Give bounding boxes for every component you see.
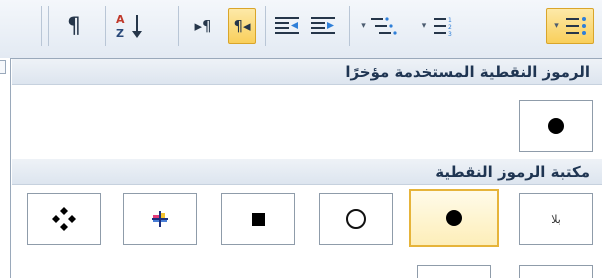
bulleted-list-icon xyxy=(565,17,586,35)
panel-resize-grip xyxy=(0,60,6,74)
pilcrow-icon: ¶ xyxy=(67,13,81,39)
bullet-library-cell-partial[interactable] xyxy=(417,265,491,278)
bullet-none-option[interactable]: بلا xyxy=(519,193,593,245)
decrease-indent-icon xyxy=(275,17,299,34)
toolbar-separator xyxy=(41,6,42,46)
four-diamonds-bullet-icon xyxy=(52,207,76,231)
filled-circle-bullet-icon xyxy=(446,210,462,226)
numbering-button[interactable]: ▾ 1 2 3 xyxy=(414,8,462,44)
recent-bullet-dot[interactable] xyxy=(519,100,593,152)
paragraph-toolbar: ¶ A Z ▸¶ ¶◂ ▾ ▾ 1 2 3 ▾ xyxy=(0,0,602,58)
increase-indent-icon xyxy=(311,17,335,34)
chevron-down-icon: ▾ xyxy=(361,21,366,31)
bullet-hollow-circle-option[interactable] xyxy=(319,193,393,245)
bullet-library-header: مكتبة الرموز النقطية xyxy=(12,159,602,185)
bullet-crosshair-option[interactable] xyxy=(123,193,197,245)
rtl-paragraph-icon: ¶◂ xyxy=(233,17,251,35)
sort-button[interactable]: A Z xyxy=(112,8,148,44)
multilevel-list-button[interactable]: ▾ xyxy=(356,8,402,44)
bullet-diamond-cluster-option[interactable] xyxy=(27,193,101,245)
bullet-square-option[interactable] xyxy=(221,193,295,245)
svg-text:2: 2 xyxy=(448,24,452,31)
right-to-left-button[interactable]: ¶◂ xyxy=(228,8,256,44)
filled-circle-bullet-icon xyxy=(548,118,564,134)
ltr-paragraph-icon: ▸¶ xyxy=(194,17,212,35)
toolbar-separator xyxy=(105,6,106,46)
multilevel-list-icon xyxy=(370,17,397,35)
filled-square-bullet-icon xyxy=(251,212,265,226)
decrease-indent-button[interactable] xyxy=(272,8,302,44)
svg-text:1: 1 xyxy=(448,17,452,24)
numbered-list-icon: 1 2 3 xyxy=(434,17,452,38)
svg-text:Z: Z xyxy=(116,27,124,40)
bullet-filled-circle-option[interactable] xyxy=(409,189,499,247)
svg-text:A: A xyxy=(116,13,125,26)
toolbar-separator xyxy=(349,6,350,46)
bullets-button[interactable]: ▾ xyxy=(546,8,594,44)
left-to-right-button[interactable]: ▸¶ xyxy=(188,8,218,44)
svg-text:3: 3 xyxy=(448,31,452,38)
recent-bullets-header: الرموز النقطية المستخدمة مؤخرًا xyxy=(12,59,602,85)
increase-indent-button[interactable] xyxy=(308,8,338,44)
none-label: بلا xyxy=(551,212,561,226)
show-formatting-marks-button[interactable]: ¶ xyxy=(60,8,88,44)
colored-cross-bullet-icon xyxy=(152,211,168,227)
toolbar-separator xyxy=(265,6,266,46)
bullet-library-cell-partial[interactable] xyxy=(519,265,593,278)
chevron-down-icon: ▾ xyxy=(554,21,559,31)
hollow-circle-bullet-icon xyxy=(346,209,366,229)
toolbar-separator xyxy=(178,6,179,46)
toolbar-separator xyxy=(48,6,49,46)
sort-az-icon: A Z xyxy=(113,11,147,41)
chevron-down-icon: ▾ xyxy=(421,21,427,31)
bullet-library-dropdown: الرموز النقطية المستخدمة مؤخرًا مكتبة ال… xyxy=(10,58,602,278)
